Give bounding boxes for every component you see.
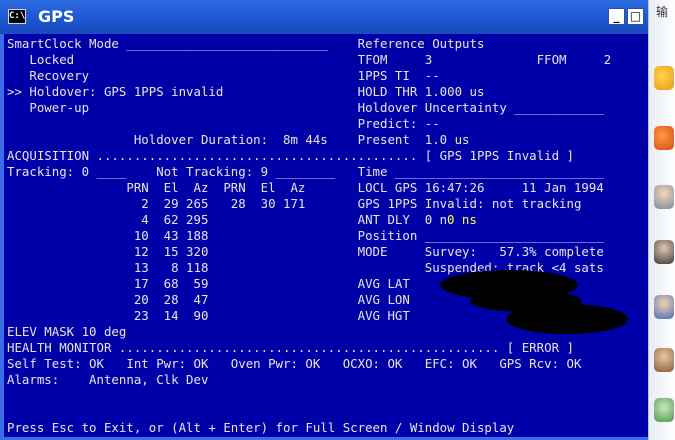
line-prn-row: 10 43 188 Position _____________________… xyxy=(7,228,604,243)
title-bar[interactable]: C:\ GPS _ □ xyxy=(0,0,648,34)
line-smartclock-mode: SmartClock Mode ________________________… xyxy=(7,36,485,51)
line-alarms: Alarms: Antenna, Clk Dev xyxy=(7,372,209,387)
avatar-icon[interactable] xyxy=(654,185,674,209)
line-tracking: Tracking: 0 ____ Not Tracking: 9 _______… xyxy=(7,164,604,179)
line-predict: Predict: -- xyxy=(7,116,440,131)
line-holdover-duration: Holdover Duration: 8m 44s Present 1.0 us xyxy=(7,132,470,147)
line-prn-row: 12 15 320 MODE Survey: 57.3% complete xyxy=(7,244,604,259)
line-acquisition: ACQUISITION ............................… xyxy=(7,148,574,163)
line-holdover: >> Holdover: GPS 1PPS invalid HOLD THR 1… xyxy=(7,84,485,99)
window-title: GPS xyxy=(38,7,75,26)
line-recovery: Recovery 1PPS TI -- xyxy=(7,68,440,83)
line-health-monitor: HEALTH MONITOR .........................… xyxy=(7,340,574,355)
maximize-button[interactable]: □ xyxy=(627,8,644,25)
app-icon[interactable] xyxy=(654,398,674,422)
line-blank xyxy=(7,404,648,420)
console-text: SmartClock Mode ________________________… xyxy=(7,34,648,437)
ant-dly-value: 0 ns xyxy=(447,212,477,228)
line-locked: Locked TFOM 3 FFOM 2 xyxy=(7,52,612,67)
app-icon[interactable] xyxy=(654,126,674,150)
line-prn-row: 2 29 265 28 30 171 GPS 1PPS Invalid: not… xyxy=(7,196,582,211)
console-output: SmartClock Mode ________________________… xyxy=(4,34,648,437)
avatar-icon[interactable] xyxy=(654,240,674,264)
line-footer-help: Press Esc to Exit, or (Alt + Enter) for … xyxy=(7,420,515,435)
line-power-up: Power-up Holdover Uncertainty __________… xyxy=(7,100,604,115)
app-icon[interactable] xyxy=(654,66,674,90)
minimize-button[interactable]: _ xyxy=(608,8,625,25)
avatar-icon[interactable] xyxy=(654,348,674,372)
console-icon[interactable]: C:\ xyxy=(8,9,26,24)
line-prn-row: 4 62 295 ANT DLY 0 ns xyxy=(7,212,455,227)
line-blank xyxy=(7,388,648,404)
line-prn-header: PRN El Az PRN El Az LOCL GPS 16:47:26 11… xyxy=(7,180,604,195)
console-window: C:\ GPS _ □ SmartClock Mode ____________… xyxy=(0,0,648,440)
redaction-mark xyxy=(506,304,628,334)
line-self-test: Self Test: OK Int Pwr: OK Oven Pwr: OK O… xyxy=(7,356,582,371)
taskbar-text: 输 xyxy=(656,5,669,19)
avatar-icon[interactable] xyxy=(654,295,674,319)
